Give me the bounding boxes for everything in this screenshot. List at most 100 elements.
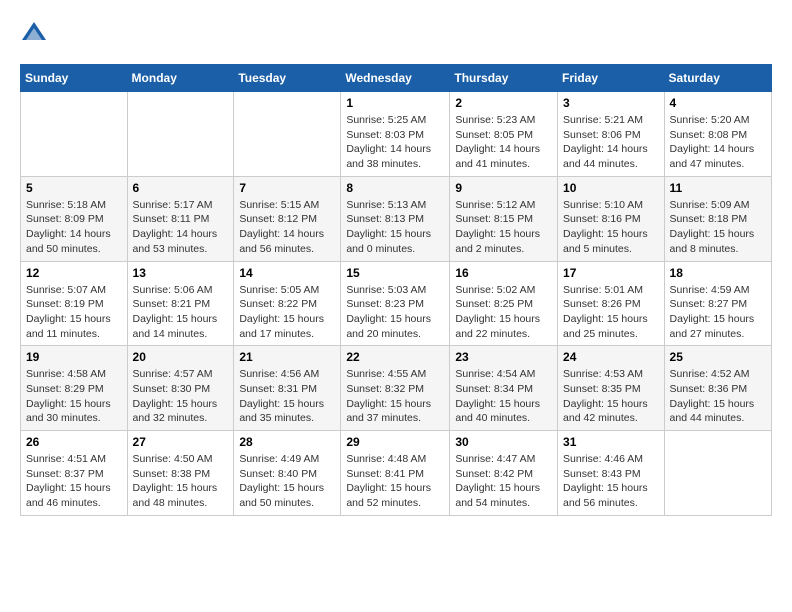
day-number: 2 xyxy=(455,96,552,110)
day-number: 27 xyxy=(133,435,229,449)
day-number: 28 xyxy=(239,435,335,449)
day-info: Sunrise: 5:01 AM Sunset: 8:26 PM Dayligh… xyxy=(563,283,659,342)
day-info: Sunrise: 5:17 AM Sunset: 8:11 PM Dayligh… xyxy=(133,198,229,257)
day-info: Sunrise: 5:21 AM Sunset: 8:06 PM Dayligh… xyxy=(563,113,659,172)
calendar-cell: 25Sunrise: 4:52 AM Sunset: 8:36 PM Dayli… xyxy=(664,346,771,431)
header-day-sunday: Sunday xyxy=(21,65,128,92)
day-number: 21 xyxy=(239,350,335,364)
day-number: 14 xyxy=(239,266,335,280)
day-number: 22 xyxy=(346,350,444,364)
day-number: 24 xyxy=(563,350,659,364)
calendar-cell xyxy=(127,92,234,177)
day-info: Sunrise: 5:23 AM Sunset: 8:05 PM Dayligh… xyxy=(455,113,552,172)
day-number: 10 xyxy=(563,181,659,195)
calendar-cell: 29 Sunrise: 4:48 AM Sunset: 8:41 PM Dayli… xyxy=(341,431,450,516)
day-info: Sunrise: 5:20 AM Sunset: 8:08 PM Dayligh… xyxy=(670,113,766,172)
calendar-cell: 28 Sunrise: 4:49 AM Sunset: 8:40 PM Dayli… xyxy=(234,431,341,516)
day-info: Sunrise: 4:46 AM Sunset: 8:43 PM Dayligh… xyxy=(563,452,659,511)
calendar-cell: 13 Sunrise: 5:06 AM Sunset: 8:21 PM Dayli… xyxy=(127,261,234,346)
day-number: 1 xyxy=(346,96,444,110)
day-info: Sunrise: 4:58 AM Sunset: 8:29 PM Dayligh… xyxy=(26,367,122,426)
week-row-2: 5 Sunrise: 5:18 AM Sunset: 8:09 PM Daylig… xyxy=(21,176,772,261)
day-info: Sunrise: 4:59 AM Sunset: 8:27 PM Dayligh… xyxy=(670,283,766,342)
logo xyxy=(20,20,52,48)
day-number: 17 xyxy=(563,266,659,280)
calendar-cell: 21 Sunrise: 4:56 AM Sunset: 8:31 PM Dayli… xyxy=(234,346,341,431)
day-info: Sunrise: 5:02 AM Sunset: 8:25 PM Dayligh… xyxy=(455,283,552,342)
day-number: 6 xyxy=(133,181,229,195)
calendar-cell: 3Sunrise: 5:21 AM Sunset: 8:06 PM Daylig… xyxy=(558,92,665,177)
calendar-cell: 24 Sunrise: 4:53 AM Sunset: 8:35 PM Dayli… xyxy=(558,346,665,431)
calendar-table: SundayMondayTuesdayWednesdayThursdayFrid… xyxy=(20,64,772,516)
day-number: 5 xyxy=(26,181,122,195)
calendar-cell: 16 Sunrise: 5:02 AM Sunset: 8:25 PM Dayli… xyxy=(450,261,558,346)
day-info: Sunrise: 4:50 AM Sunset: 8:38 PM Dayligh… xyxy=(133,452,229,511)
calendar-cell: 27 Sunrise: 4:50 AM Sunset: 8:38 PM Dayli… xyxy=(127,431,234,516)
calendar-cell: 20Sunrise: 4:57 AM Sunset: 8:30 PM Dayli… xyxy=(127,346,234,431)
day-number: 8 xyxy=(346,181,444,195)
day-info: Sunrise: 5:09 AM Sunset: 8:18 PM Dayligh… xyxy=(670,198,766,257)
calendar-cell: 9Sunrise: 5:12 AM Sunset: 8:15 PM Daylig… xyxy=(450,176,558,261)
day-info: Sunrise: 5:18 AM Sunset: 8:09 PM Dayligh… xyxy=(26,198,122,257)
day-info: Sunrise: 4:54 AM Sunset: 8:34 PM Dayligh… xyxy=(455,367,552,426)
header-day-thursday: Thursday xyxy=(450,65,558,92)
day-number: 9 xyxy=(455,181,552,195)
day-info: Sunrise: 4:48 AM Sunset: 8:41 PM Dayligh… xyxy=(346,452,444,511)
calendar-cell: 2 Sunrise: 5:23 AM Sunset: 8:05 PM Daylig… xyxy=(450,92,558,177)
day-number: 31 xyxy=(563,435,659,449)
day-number: 30 xyxy=(455,435,552,449)
calendar-cell: 5 Sunrise: 5:18 AM Sunset: 8:09 PM Daylig… xyxy=(21,176,128,261)
calendar-cell: 11 Sunrise: 5:09 AM Sunset: 8:18 PM Dayli… xyxy=(664,176,771,261)
day-number: 25 xyxy=(670,350,766,364)
page-header xyxy=(20,20,772,48)
day-number: 13 xyxy=(133,266,229,280)
calendar-cell: 22 Sunrise: 4:55 AM Sunset: 8:32 PM Dayli… xyxy=(341,346,450,431)
calendar-cell: 1 Sunrise: 5:25 AM Sunset: 8:03 PM Daylig… xyxy=(341,92,450,177)
calendar-cell: 31 Sunrise: 4:46 AM Sunset: 8:43 PM Dayli… xyxy=(558,431,665,516)
day-info: Sunrise: 5:06 AM Sunset: 8:21 PM Dayligh… xyxy=(133,283,229,342)
day-number: 15 xyxy=(346,266,444,280)
day-number: 19 xyxy=(26,350,122,364)
day-number: 23 xyxy=(455,350,552,364)
day-info: Sunrise: 4:55 AM Sunset: 8:32 PM Dayligh… xyxy=(346,367,444,426)
day-info: Sunrise: 5:05 AM Sunset: 8:22 PM Dayligh… xyxy=(239,283,335,342)
day-info: Sunrise: 4:47 AM Sunset: 8:42 PM Dayligh… xyxy=(455,452,552,511)
calendar-cell: 15 Sunrise: 5:03 AM Sunset: 8:23 PM Dayli… xyxy=(341,261,450,346)
day-info: Sunrise: 5:15 AM Sunset: 8:12 PM Dayligh… xyxy=(239,198,335,257)
day-number: 12 xyxy=(26,266,122,280)
day-number: 16 xyxy=(455,266,552,280)
header-day-saturday: Saturday xyxy=(664,65,771,92)
day-number: 7 xyxy=(239,181,335,195)
calendar-cell: 4 Sunrise: 5:20 AM Sunset: 8:08 PM Daylig… xyxy=(664,92,771,177)
calendar-cell xyxy=(664,431,771,516)
day-info: Sunrise: 4:56 AM Sunset: 8:31 PM Dayligh… xyxy=(239,367,335,426)
day-info: Sunrise: 4:49 AM Sunset: 8:40 PM Dayligh… xyxy=(239,452,335,511)
calendar-cell: 12 Sunrise: 5:07 AM Sunset: 8:19 PM Dayli… xyxy=(21,261,128,346)
calendar-cell xyxy=(21,92,128,177)
day-info: Sunrise: 5:07 AM Sunset: 8:19 PM Dayligh… xyxy=(26,283,122,342)
calendar-cell: 10Sunrise: 5:10 AM Sunset: 8:16 PM Dayli… xyxy=(558,176,665,261)
calendar-cell: 23 Sunrise: 4:54 AM Sunset: 8:34 PM Dayli… xyxy=(450,346,558,431)
week-row-4: 19 Sunrise: 4:58 AM Sunset: 8:29 PM Dayli… xyxy=(21,346,772,431)
calendar-cell: 17 Sunrise: 5:01 AM Sunset: 8:26 PM Dayli… xyxy=(558,261,665,346)
calendar-cell: 6 Sunrise: 5:17 AM Sunset: 8:11 PM Daylig… xyxy=(127,176,234,261)
calendar-cell: 7 Sunrise: 5:15 AM Sunset: 8:12 PM Daylig… xyxy=(234,176,341,261)
header-day-wednesday: Wednesday xyxy=(341,65,450,92)
day-info: Sunrise: 5:25 AM Sunset: 8:03 PM Dayligh… xyxy=(346,113,444,172)
day-info: Sunrise: 5:13 AM Sunset: 8:13 PM Dayligh… xyxy=(346,198,444,257)
day-info: Sunrise: 4:51 AM Sunset: 8:37 PM Dayligh… xyxy=(26,452,122,511)
day-number: 4 xyxy=(670,96,766,110)
calendar-cell: 14 Sunrise: 5:05 AM Sunset: 8:22 PM Dayli… xyxy=(234,261,341,346)
header-day-friday: Friday xyxy=(558,65,665,92)
day-number: 11 xyxy=(670,181,766,195)
day-number: 29 xyxy=(346,435,444,449)
header-row: SundayMondayTuesdayWednesdayThursdayFrid… xyxy=(21,65,772,92)
day-number: 26 xyxy=(26,435,122,449)
calendar-cell: 30 Sunrise: 4:47 AM Sunset: 8:42 PM Dayli… xyxy=(450,431,558,516)
week-row-3: 12 Sunrise: 5:07 AM Sunset: 8:19 PM Dayli… xyxy=(21,261,772,346)
header-day-monday: Monday xyxy=(127,65,234,92)
calendar-cell xyxy=(234,92,341,177)
day-info: Sunrise: 5:03 AM Sunset: 8:23 PM Dayligh… xyxy=(346,283,444,342)
calendar-cell: 26 Sunrise: 4:51 AM Sunset: 8:37 PM Dayli… xyxy=(21,431,128,516)
day-info: Sunrise: 4:53 AM Sunset: 8:35 PM Dayligh… xyxy=(563,367,659,426)
